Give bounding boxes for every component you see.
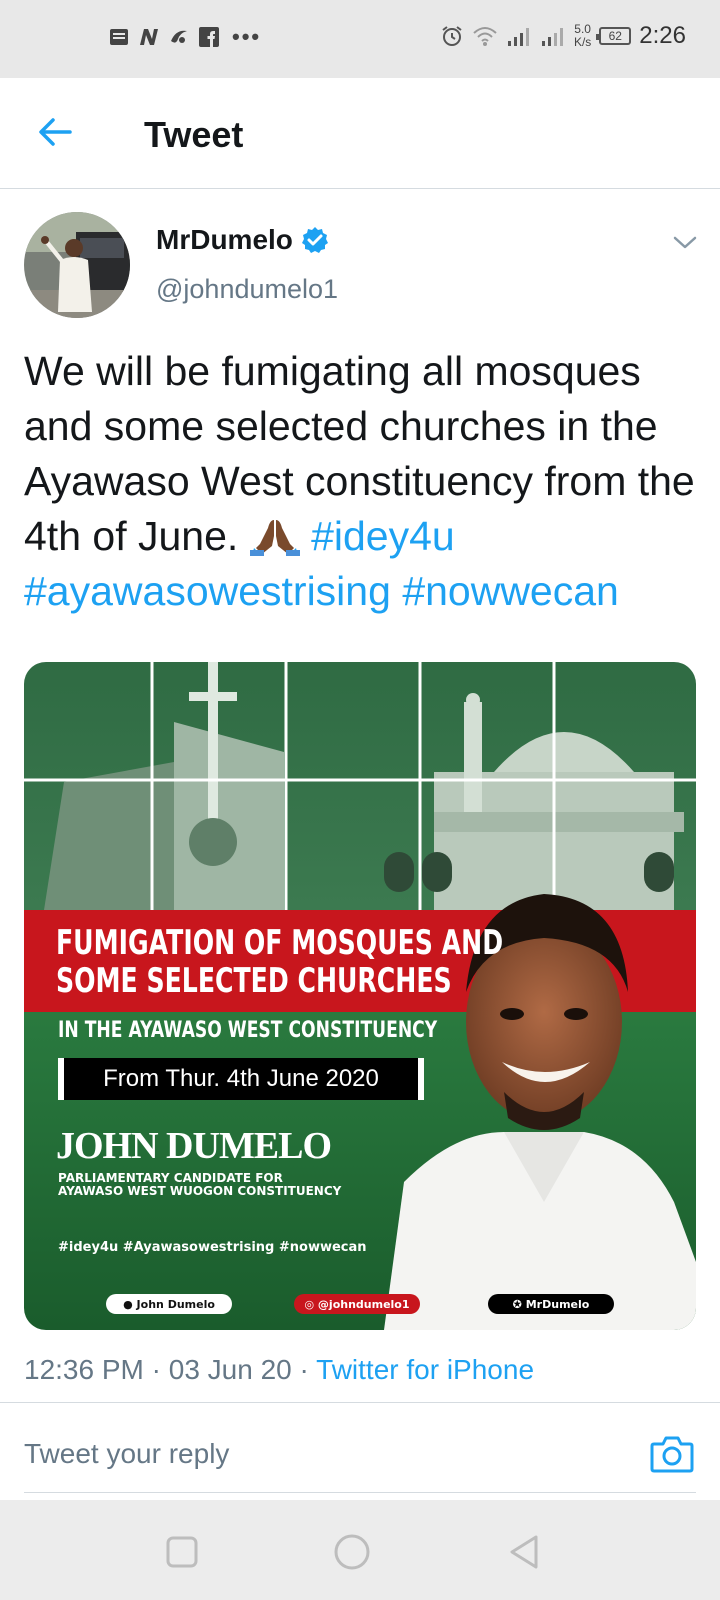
- avatar[interactable]: [24, 212, 130, 318]
- facebook-icon: [198, 26, 220, 48]
- hashtag-link[interactable]: #nowwecan: [402, 568, 619, 614]
- tweet-media-image[interactable]: FUMIGATION OF MOSQUES AND SOME SELECTED …: [24, 662, 696, 1330]
- tweet-options-button[interactable]: [672, 232, 698, 252]
- author-handle[interactable]: @johndumelo1: [156, 274, 338, 305]
- tweet-metadata: 12:36 PM · 03 Jun 20 · Twitter for iPhon…: [24, 1354, 534, 1386]
- poster-instagram-handle: @johndumelo1: [317, 1297, 410, 1311]
- verified-badge-icon: [301, 227, 328, 253]
- network-speed-unit: K/s: [573, 35, 592, 49]
- tweet-source-link[interactable]: Twitter for iPhone: [316, 1354, 534, 1385]
- poster-candidate-name: JOHN DUMELO: [56, 1125, 332, 1167]
- chevron-down-icon: [673, 236, 697, 249]
- author-name[interactable]: MrDumelo: [156, 224, 293, 256]
- hashtag-link[interactable]: #ayawasowestrising: [24, 568, 391, 614]
- back-arrow-icon: [39, 118, 72, 146]
- page-title: Tweet: [144, 114, 244, 155]
- back-button[interactable]: [36, 112, 76, 152]
- n-app-icon: [138, 26, 160, 48]
- app-header: Tweet: [0, 78, 720, 189]
- divider: [0, 1402, 720, 1403]
- separator-dot: ·: [151, 1354, 161, 1385]
- news-icon: [108, 26, 130, 48]
- tweet-date: 03 Jun 20: [168, 1354, 292, 1385]
- battery-level: 62: [608, 29, 622, 43]
- poster-twitter-handle: MrDumelo: [525, 1297, 590, 1311]
- status-time: 2:26: [639, 22, 686, 49]
- more-notifications-icon: •••: [232, 24, 262, 49]
- poster-headline: FUMIGATION OF MOSQUES AND SOME SELECTED …: [56, 924, 503, 1000]
- poster-facebook-pill: ● John Dumelo: [106, 1294, 232, 1314]
- poster-instagram-pill: ◎ @johndumelo1: [294, 1294, 420, 1314]
- instagram-icon: ◎: [304, 1297, 315, 1311]
- home-button[interactable]: [332, 1532, 372, 1572]
- signal-2-icon: [541, 28, 563, 46]
- tweet-text: We will be fumigating all mosques and so…: [24, 344, 704, 619]
- square-icon: [166, 1536, 198, 1568]
- poster-date-text: From Thur. 4th June 2020: [103, 1065, 379, 1092]
- recents-button[interactable]: [162, 1532, 202, 1572]
- back-nav-button[interactable]: [504, 1532, 544, 1572]
- system-icons: 5.0 K/s 62 2:26: [440, 22, 686, 50]
- separator-dot: ·: [299, 1354, 309, 1385]
- poster-headline-line1: FUMIGATION OF MOSQUES AND: [56, 923, 504, 963]
- status-bar: ••• 5.0 K/s 62 2:26: [0, 0, 720, 78]
- tweet-time: 12:36 PM: [24, 1354, 144, 1385]
- signal-1-icon: [507, 28, 529, 46]
- poster-role-line2: AYAWASO WEST WUOGON CONSTITUENCY: [58, 1184, 342, 1198]
- poster-candidate-role: PARLIAMENTARY CANDIDATE FOR AYAWASO WEST…: [58, 1172, 341, 1198]
- praying-hands-emoji: [249, 513, 311, 559]
- alarm-icon: [442, 26, 462, 46]
- author-name-row: MrDumelo: [156, 224, 329, 256]
- reply-input[interactable]: Tweet your reply: [24, 1438, 229, 1470]
- circle-icon: [334, 1534, 370, 1570]
- hashtag-link[interactable]: #idey4u: [311, 513, 455, 559]
- camera-icon: [650, 1436, 694, 1473]
- battery-icon: 62: [596, 27, 632, 45]
- wifi-icon: [473, 27, 497, 46]
- notification-icons: •••: [108, 24, 261, 50]
- facebook-icon: ●: [123, 1297, 133, 1311]
- twitter-icon: ✪: [512, 1297, 522, 1311]
- poster-facebook-handle: John Dumelo: [136, 1297, 215, 1311]
- network-speed: 5.0 K/s: [574, 23, 591, 49]
- poster-hashtags: #idey4u #Ayawasowestrising #nowwecan: [58, 1240, 367, 1255]
- poster-headline-line2: SOME SELECTED CHURCHES: [56, 961, 452, 1001]
- triangle-back-icon: [510, 1535, 538, 1569]
- camera-button[interactable]: [650, 1434, 694, 1474]
- poster-twitter-pill: ✪ MrDumelo: [488, 1294, 614, 1314]
- poster-subheadline: IN THE AYAWASO WEST CONSTITUENCY: [58, 1018, 438, 1043]
- divider: [24, 1492, 696, 1493]
- system-navigation-bar: [0, 1500, 720, 1600]
- poster-date-banner: From Thur. 4th June 2020: [58, 1058, 424, 1100]
- app-notification-icon: [168, 26, 190, 48]
